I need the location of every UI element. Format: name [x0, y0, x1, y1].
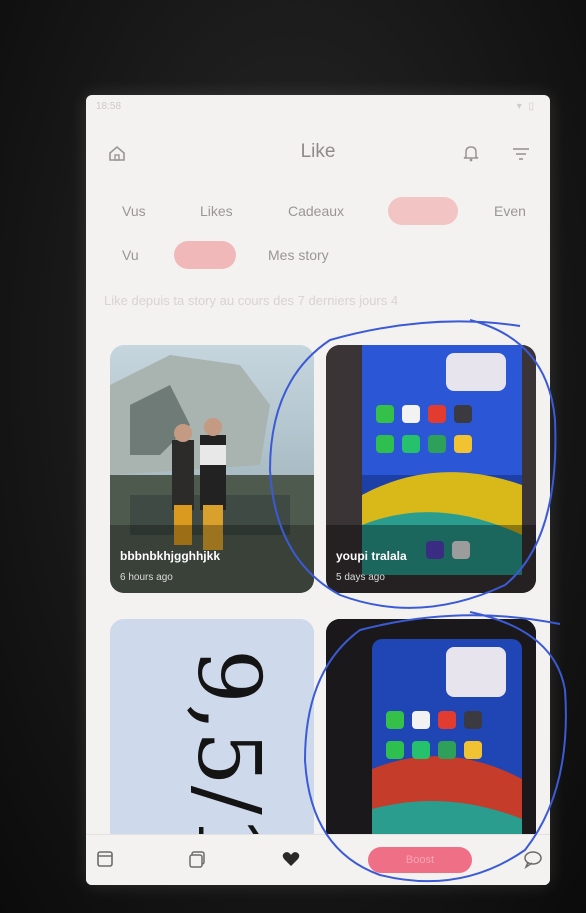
tabs-row-1: Vus Likes Cadeaux Even	[86, 197, 550, 225]
filter-icon[interactable]	[510, 143, 532, 165]
photos-icon[interactable]	[186, 849, 208, 871]
top-header: Like	[86, 135, 550, 171]
story-card[interactable]	[326, 619, 536, 849]
tab-highlighted[interactable]	[388, 197, 458, 225]
likes-description: Like depuis ta story au cours des 7 dern…	[104, 293, 399, 308]
status-icons: ▾ ▯	[516, 101, 536, 112]
story-card[interactable]: youpi tralala 5 days ago	[326, 345, 536, 593]
phone-screen: 18:58 ▾ ▯ Like Vus Likes Cadeaux Even Vu…	[86, 95, 550, 885]
status-bar: 18:58 ▾ ▯	[86, 95, 550, 117]
chat-icon[interactable]	[522, 849, 544, 871]
heart-icon[interactable]	[280, 849, 302, 871]
story-card-time: 6 hours ago	[120, 572, 173, 583]
bottom-navigation: Boost	[86, 834, 550, 885]
status-time: 18:58	[96, 101, 122, 112]
story-card[interactable]: 9,5/1	[110, 619, 314, 849]
cards-icon[interactable]	[94, 849, 116, 871]
handwritten-text: 9,5/1	[178, 649, 278, 849]
tab-selected[interactable]	[174, 241, 236, 269]
story-card-time: 5 days ago	[336, 572, 385, 583]
tab-cadeaux[interactable]: Cadeaux	[276, 197, 356, 225]
story-photo-phone-screen	[326, 619, 536, 849]
tab-vus[interactable]: Vus	[110, 197, 158, 225]
tab-vu[interactable]: Vu	[110, 241, 151, 269]
tab-likes[interactable]: Likes	[188, 197, 245, 225]
bell-icon[interactable]	[460, 143, 482, 165]
story-card-caption: youpi tralala	[336, 549, 407, 563]
story-card[interactable]: bbbnbkhjgghhjkk 6 hours ago	[110, 345, 314, 593]
boost-button[interactable]: Boost	[368, 847, 472, 873]
story-card-caption: bbbnbkhjgghhjkk	[120, 549, 220, 563]
tab-evenements[interactable]: Even	[482, 197, 538, 225]
tabs-row-2: Vu Mes story	[86, 241, 550, 269]
tab-mes-story[interactable]: Mes story	[256, 241, 341, 269]
